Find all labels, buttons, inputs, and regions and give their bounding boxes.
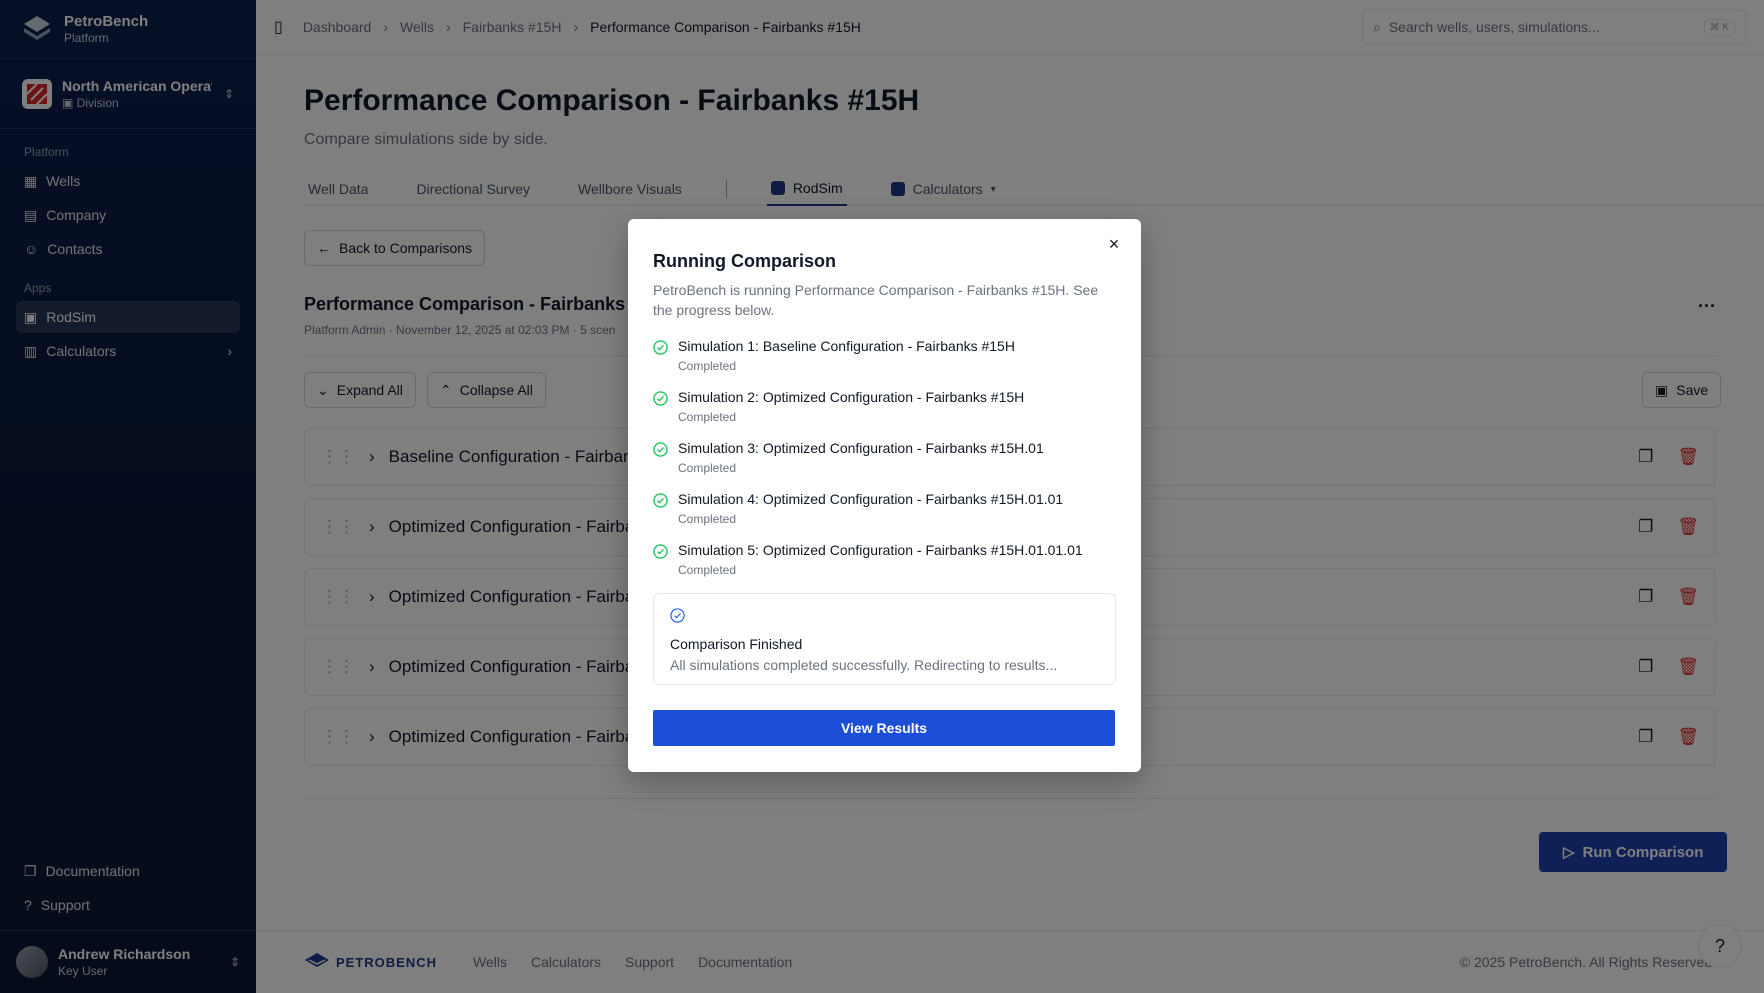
check-circle-icon [653, 391, 668, 406]
check-circle-icon [653, 442, 668, 457]
simulation-status: Completed [678, 461, 737, 475]
simulation-progress-item: Simulation 2: Optimized Configuration - … [653, 389, 1116, 424]
simulation-progress-item: Simulation 1: Baseline Configuration - F… [653, 338, 1116, 373]
simulation-progress-item: Simulation 3: Optimized Configuration - … [653, 440, 1116, 475]
simulation-progress-item: Simulation 4: Optimized Configuration - … [653, 491, 1116, 526]
finished-description: All simulations completed successfully. … [670, 657, 1058, 673]
finished-title: Comparison Finished [670, 636, 803, 652]
simulation-name: Simulation 4: Optimized Configuration - … [678, 491, 1064, 507]
comparison-finished-alert: Comparison Finished All simulations comp… [653, 593, 1116, 685]
simulation-progress-item: Simulation 5: Optimized Configuration - … [653, 542, 1116, 577]
simulation-name: Simulation 2: Optimized Configuration - … [678, 389, 1025, 405]
check-circle-icon [653, 493, 668, 508]
close-icon[interactable]: × [1105, 234, 1123, 254]
simulation-name: Simulation 3: Optimized Configuration - … [678, 440, 1044, 456]
simulation-status: Completed [678, 512, 737, 526]
modal-title: Running Comparison [653, 251, 836, 271]
check-circle-icon [653, 544, 668, 559]
simulation-status: Completed [678, 359, 737, 373]
running-comparison-dialog: × Running Comparison PetroBench is runni… [628, 219, 1141, 772]
simulation-name: Simulation 1: Baseline Configuration - F… [678, 338, 1015, 354]
simulation-status: Completed [678, 563, 737, 577]
check-circle-icon [653, 340, 668, 355]
simulation-name: Simulation 5: Optimized Configuration - … [678, 542, 1083, 558]
simulation-status: Completed [678, 410, 737, 424]
check-circle-icon [670, 608, 685, 623]
modal-description: PetroBench is running Performance Compar… [653, 282, 1099, 318]
simulation-progress-list: Simulation 1: Baseline Configuration - F… [653, 338, 1116, 577]
view-results-button[interactable]: View Results [653, 710, 1115, 746]
